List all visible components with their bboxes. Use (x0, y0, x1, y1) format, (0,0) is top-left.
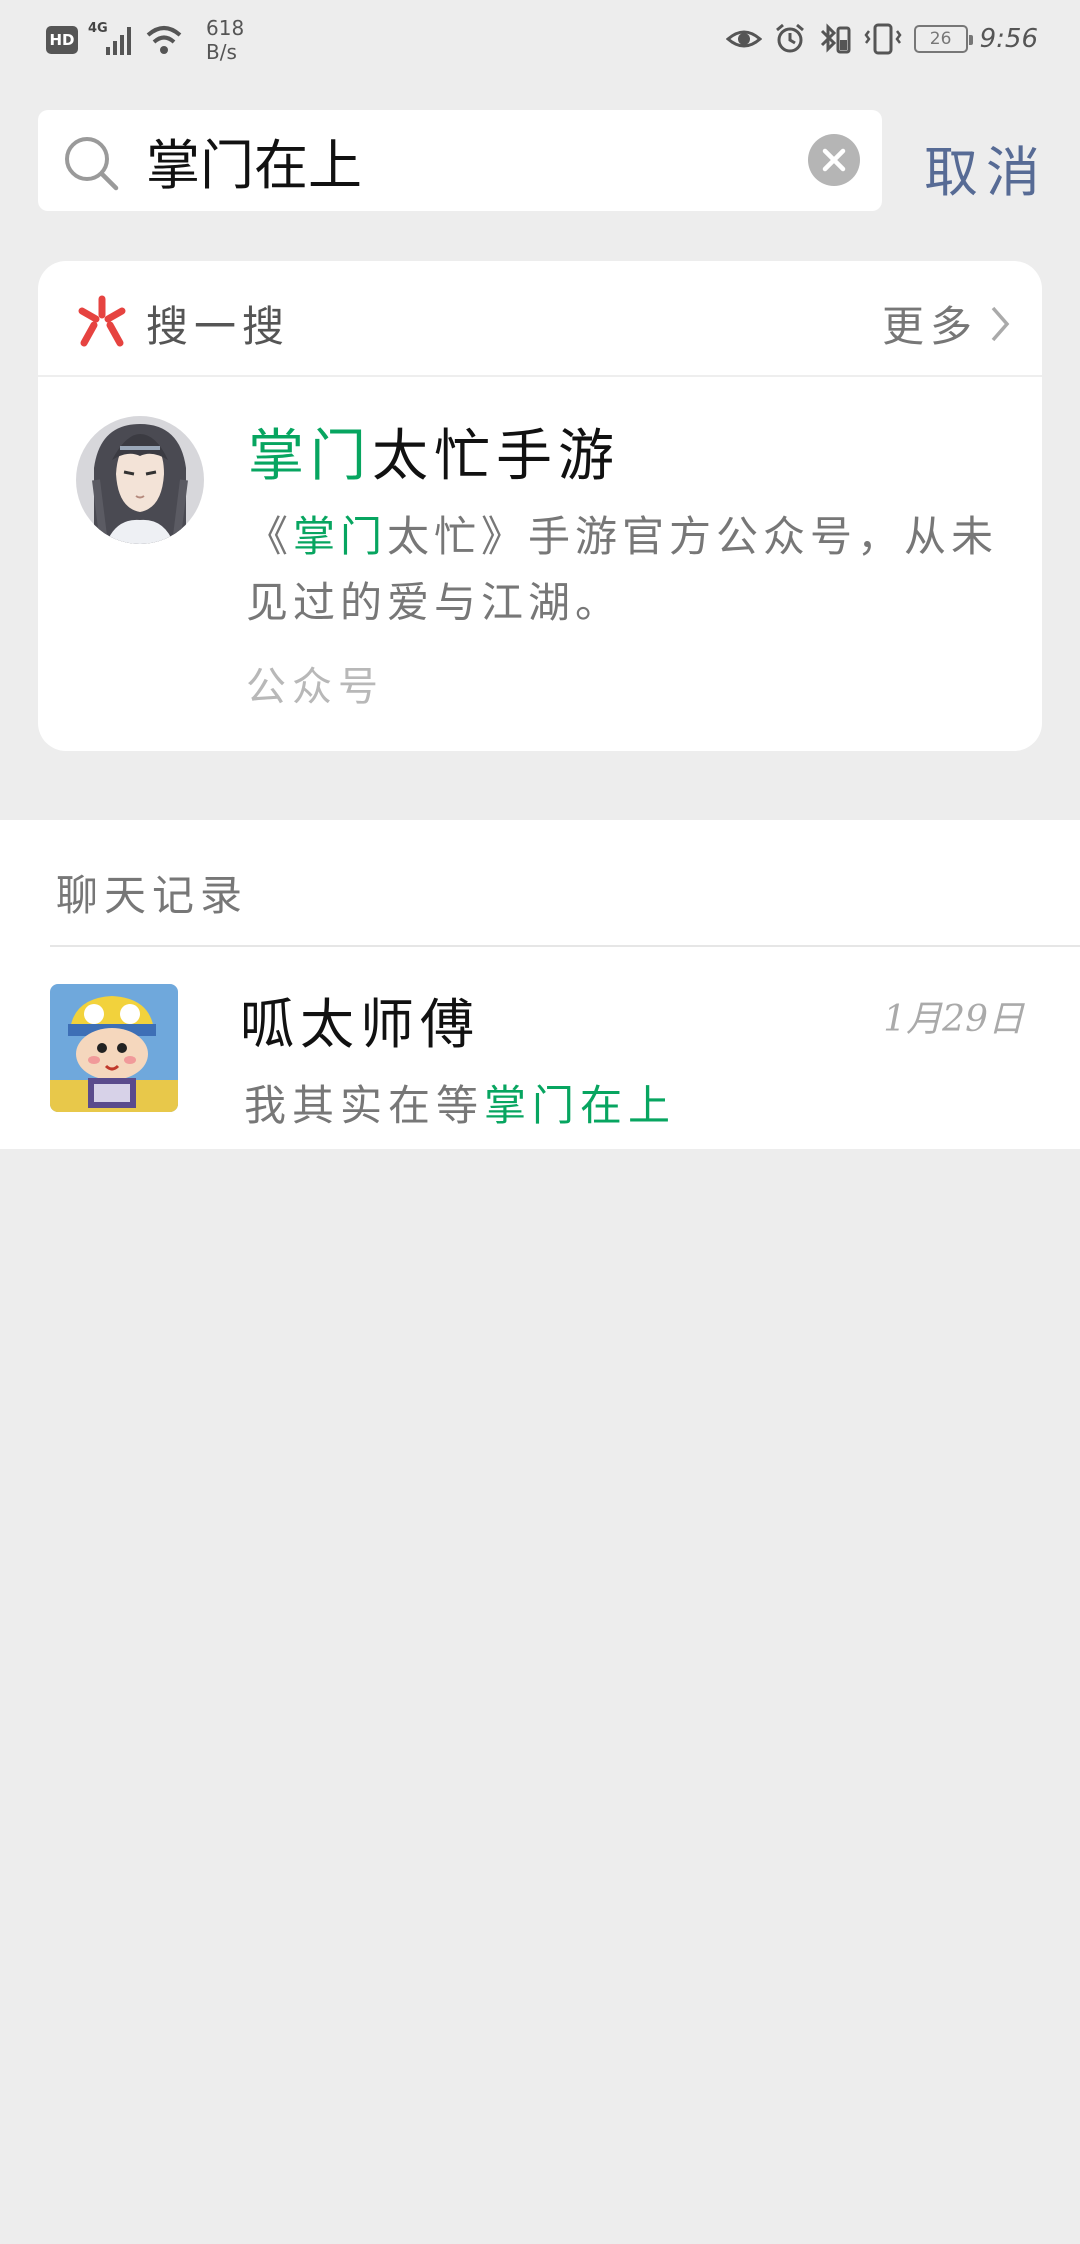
network-speed: 618 B/s (206, 16, 244, 64)
desc-highlight: 掌门 (293, 512, 388, 561)
status-left: HD 4G 618 B/s (46, 16, 244, 64)
bluetooth-battery-icon (820, 23, 851, 54)
result-title: 掌门太忙手游 (248, 411, 620, 492)
chat-avatar (50, 984, 178, 1112)
eye-icon (725, 30, 762, 48)
cancel-button[interactable]: 取消 (924, 128, 1048, 207)
result-title-highlight: 掌门 (248, 424, 372, 489)
more-button[interactable]: 更多 (882, 293, 1012, 354)
search-icon (65, 137, 119, 191)
vibrate-icon (864, 23, 902, 55)
chat-time: 1月29日 (883, 999, 1024, 1040)
result-type: 公众号 (246, 664, 384, 710)
status-right: 26 9:56 (725, 22, 1038, 56)
chat-records-section: 聊天记录 呱太师傅 1月29日 我其实在等掌门在上 (0, 820, 1080, 1149)
section-title: 聊天记录 (56, 871, 249, 920)
result-avatar (76, 416, 204, 544)
divider (50, 945, 1080, 947)
search-box[interactable] (38, 110, 882, 211)
msg-highlight: 掌门在上 (484, 1081, 677, 1130)
status-bar: HD 4G 618 B/s 26 9:56 (0, 0, 1080, 80)
clear-icon[interactable] (808, 134, 860, 186)
hd-badge: HD (46, 26, 78, 54)
speed-unit: B/s (206, 40, 237, 64)
souyisou-card: 搜一搜 更多 掌门太忙手游 《掌门太忙》手游官方公众号，从未见过的爱与江湖。 公… (38, 261, 1042, 751)
clock: 9:56 (979, 24, 1038, 54)
signal-icon: 4G (88, 21, 134, 57)
souyisou-logo-icon (78, 295, 126, 347)
chat-name: 呱太师傅 (240, 993, 480, 1056)
souyisou-title: 搜一搜 (146, 302, 291, 351)
result-description: 《掌门太忙》手游官方公众号，从未见过的爱与江湖。 (246, 504, 1006, 636)
more-label: 更多 (881, 302, 978, 351)
battery-indicator: 26 (913, 25, 973, 53)
result-title-rest: 太忙手游 (372, 424, 620, 489)
souyisou-header[interactable]: 搜一搜 更多 (38, 261, 1042, 377)
msg-pre: 我其实在等 (244, 1081, 485, 1130)
wifi-icon (146, 26, 182, 54)
chat-message: 我其实在等掌门在上 (244, 1072, 676, 1133)
search-input[interactable] (146, 124, 826, 196)
alarm-icon (775, 23, 804, 53)
chevron-right-icon (991, 306, 1010, 341)
desc-pre: 《 (246, 512, 294, 561)
speed-value: 618 (206, 16, 245, 40)
